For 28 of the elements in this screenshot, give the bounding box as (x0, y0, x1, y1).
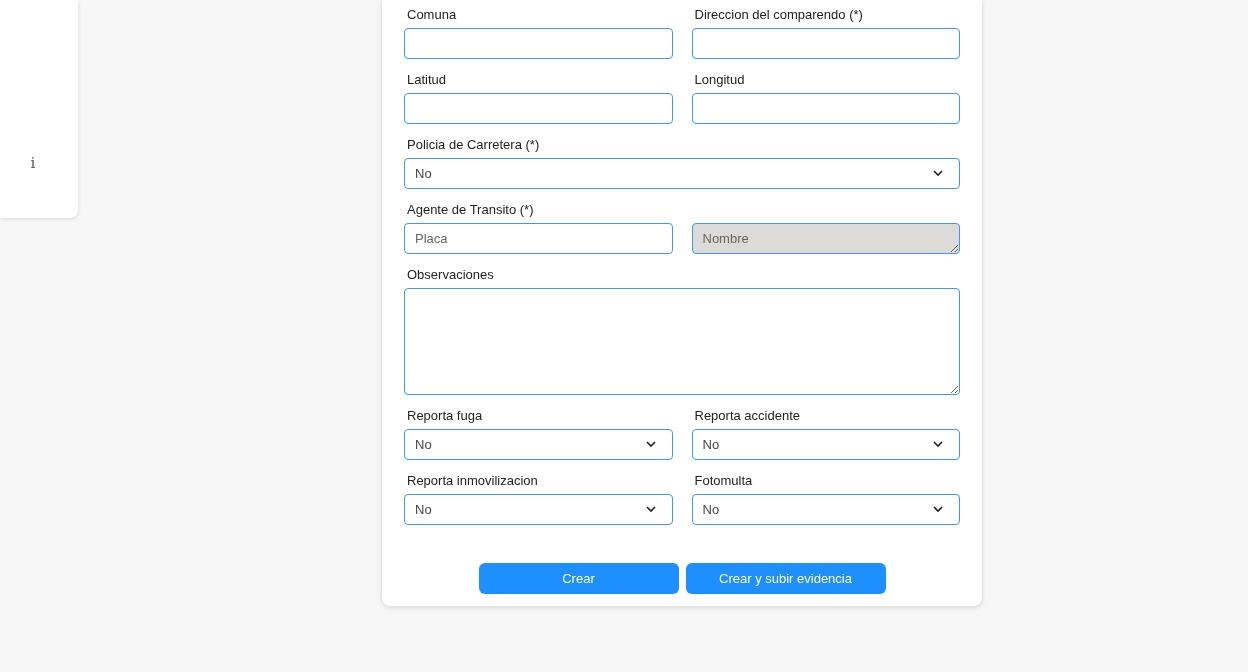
select-field[interactable]: No (404, 429, 673, 460)
text-input-field[interactable]: Placa (404, 223, 673, 254)
field-label: Reporta fuga (406, 407, 484, 425)
text-input-field[interactable] (404, 28, 673, 59)
chevron-down-icon (933, 170, 943, 177)
text-area-field[interactable] (404, 288, 960, 395)
field-label: Reporta accidente (693, 407, 801, 425)
chevron-down-icon (933, 441, 943, 448)
text-input-field[interactable] (404, 93, 673, 124)
field-label: Observaciones (406, 266, 495, 284)
chevron-down-icon (933, 506, 943, 513)
text-input-field[interactable] (691, 28, 960, 59)
field-label: Policia de Carretera (*) (406, 136, 541, 154)
field-label: Agente de Transito (*) (406, 201, 535, 219)
field-label: Direccion del comparendo (*) (693, 6, 864, 24)
select-field[interactable]: No (691, 494, 960, 525)
field-label: Longitud (693, 71, 746, 89)
field-label: Fotomulta (693, 472, 754, 490)
info-icon[interactable]: i (30, 153, 36, 173)
chevron-down-icon (645, 506, 656, 513)
field-label: Latitud (406, 71, 448, 89)
chevron-down-icon (645, 441, 656, 448)
select-field[interactable]: No (404, 494, 673, 525)
field-label: Comuna (406, 6, 458, 24)
select-field[interactable]: No (404, 158, 960, 189)
text-input-field[interactable] (691, 93, 960, 124)
select-field[interactable]: No (691, 429, 960, 460)
field-label: Reporta inmovilizacion (406, 472, 539, 490)
